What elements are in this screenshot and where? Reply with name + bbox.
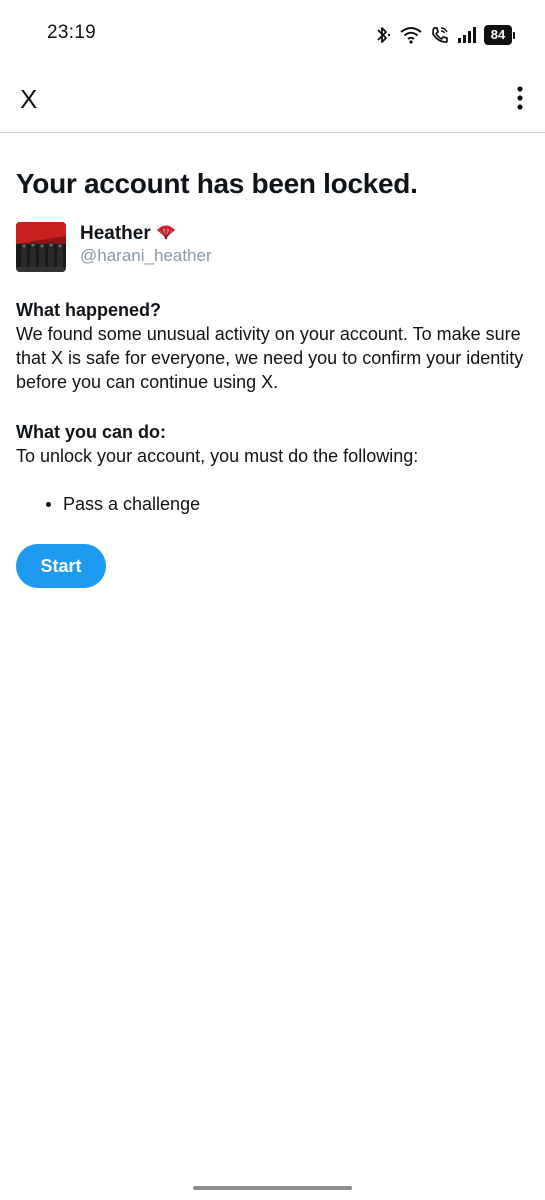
app-bar: X <box>0 70 545 133</box>
main-content: Your account has been locked. Heather @h… <box>16 165 529 588</box>
step-label: Pass a challenge <box>63 494 201 514</box>
close-button[interactable]: X <box>20 84 37 114</box>
fan-icon <box>156 224 176 245</box>
status-icons: 84 <box>374 24 515 46</box>
display-name-row: Heather <box>80 223 212 245</box>
steps-list: Pass a challenge <box>46 492 529 516</box>
signal-icon <box>457 26 477 44</box>
wifi-icon <box>399 25 423 45</box>
what-happened-body: We found some unusual activity on your a… <box>16 324 524 392</box>
avatar <box>16 222 66 272</box>
account-info: Heather @harani_heather <box>16 222 529 272</box>
what-happened-heading: What happened? <box>16 300 161 320</box>
status-time: 23:19 <box>47 22 97 43</box>
bullet-icon <box>46 501 51 507</box>
home-indicator[interactable] <box>193 1186 352 1190</box>
display-name: Heather <box>80 223 151 244</box>
what-you-can-do-body: To unlock your account, you must do the … <box>16 446 419 466</box>
account-handle: @harani_heather <box>80 246 212 265</box>
wifi-calling-icon <box>430 25 450 45</box>
more-vertical-icon[interactable] <box>515 85 525 111</box>
page-title: Your account has been locked. <box>16 168 418 199</box>
start-button[interactable]: Start <box>16 544 106 588</box>
status-bar: 23:19 84 <box>0 0 545 70</box>
list-item: Pass a challenge <box>46 492 529 516</box>
battery-icon: 84 <box>484 25 515 45</box>
battery-level: 84 <box>484 25 512 45</box>
bluetooth-icon <box>374 25 392 45</box>
what-you-can-do-heading: What you can do: <box>16 422 166 442</box>
account-names: Heather @harani_heather <box>80 222 212 267</box>
